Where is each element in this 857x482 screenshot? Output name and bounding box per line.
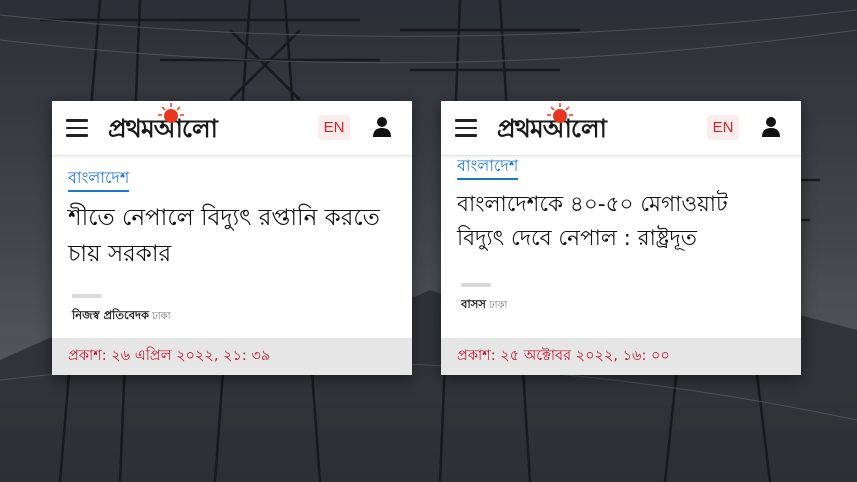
- news-card-1[interactable]: প্রথমআলো EN বাংলাদেশ শীতে নেপালে বিদ্যুৎ…: [52, 101, 412, 375]
- site-logo[interactable]: প্রথমআলো: [108, 103, 218, 149]
- sun-logo-icon: [547, 103, 573, 123]
- site-header: প্রথমআলো EN: [441, 101, 801, 156]
- category-link[interactable]: বাংলাদেশ: [68, 167, 130, 192]
- byline: বাসস ঢাকা: [461, 296, 507, 315]
- author-name: বাসস: [461, 297, 486, 311]
- article-headline[interactable]: শীতে নেপালে বিদ্যুৎ রপ্তানি করতে চায় সর…: [68, 200, 398, 272]
- sun-logo-icon: [158, 103, 184, 123]
- headline-line: চায় সরকার: [68, 241, 172, 267]
- article-headline[interactable]: বাংলাদেশকে ৪০-৫০ মেগাওয়াট বিদ্যুৎ দেবে …: [457, 188, 787, 256]
- language-toggle-button[interactable]: EN: [318, 115, 350, 140]
- site-header: প্রথমআলো EN: [52, 101, 412, 156]
- author-location: ঢাকা: [488, 300, 508, 311]
- divider: [461, 283, 491, 287]
- user-icon[interactable]: [761, 116, 781, 138]
- headline-line: বিদ্যুৎ দেবে নেপাল : রাষ্ট্রদূত: [457, 226, 697, 251]
- headline-line: বাংলাদেশকে ৪০-৫০ মেগাওয়াট: [457, 192, 728, 217]
- category-link[interactable]: বাংলাদেশ: [457, 155, 519, 180]
- article-content: বাংলাদেশ বাংলাদেশকে ৪০-৫০ মেগাওয়াট বিদ্…: [457, 155, 787, 256]
- site-logo[interactable]: প্রথমআলো: [497, 103, 607, 149]
- published-date: প্রকাশ: ২৫ অক্টোবর ২০২২, ১৬: ০০: [441, 338, 801, 375]
- published-date: প্রকাশ: ২৬ এপ্রিল ২০২২, ২১: ৩৯: [52, 338, 412, 375]
- menu-icon[interactable]: [455, 119, 477, 137]
- divider: [72, 294, 102, 298]
- author-name: নিজস্ব প্রতিবেদক: [72, 308, 150, 322]
- byline: নিজস্ব প্রতিবেদক ঢাকা: [72, 307, 171, 326]
- headline-line: শীতে নেপালে বিদ্যুৎ রপ্তানি করতে: [68, 205, 380, 231]
- author-location: ঢাকা: [152, 311, 171, 322]
- user-icon[interactable]: [372, 116, 392, 138]
- menu-icon[interactable]: [66, 119, 88, 137]
- news-card-2[interactable]: প্রথমআলো EN বাংলাদেশ বাংলাদেশকে ৪০-৫০ মে…: [441, 101, 801, 375]
- language-toggle-button[interactable]: EN: [707, 115, 739, 140]
- article-content: বাংলাদেশ শীতে নেপালে বিদ্যুৎ রপ্তানি করত…: [68, 167, 398, 272]
